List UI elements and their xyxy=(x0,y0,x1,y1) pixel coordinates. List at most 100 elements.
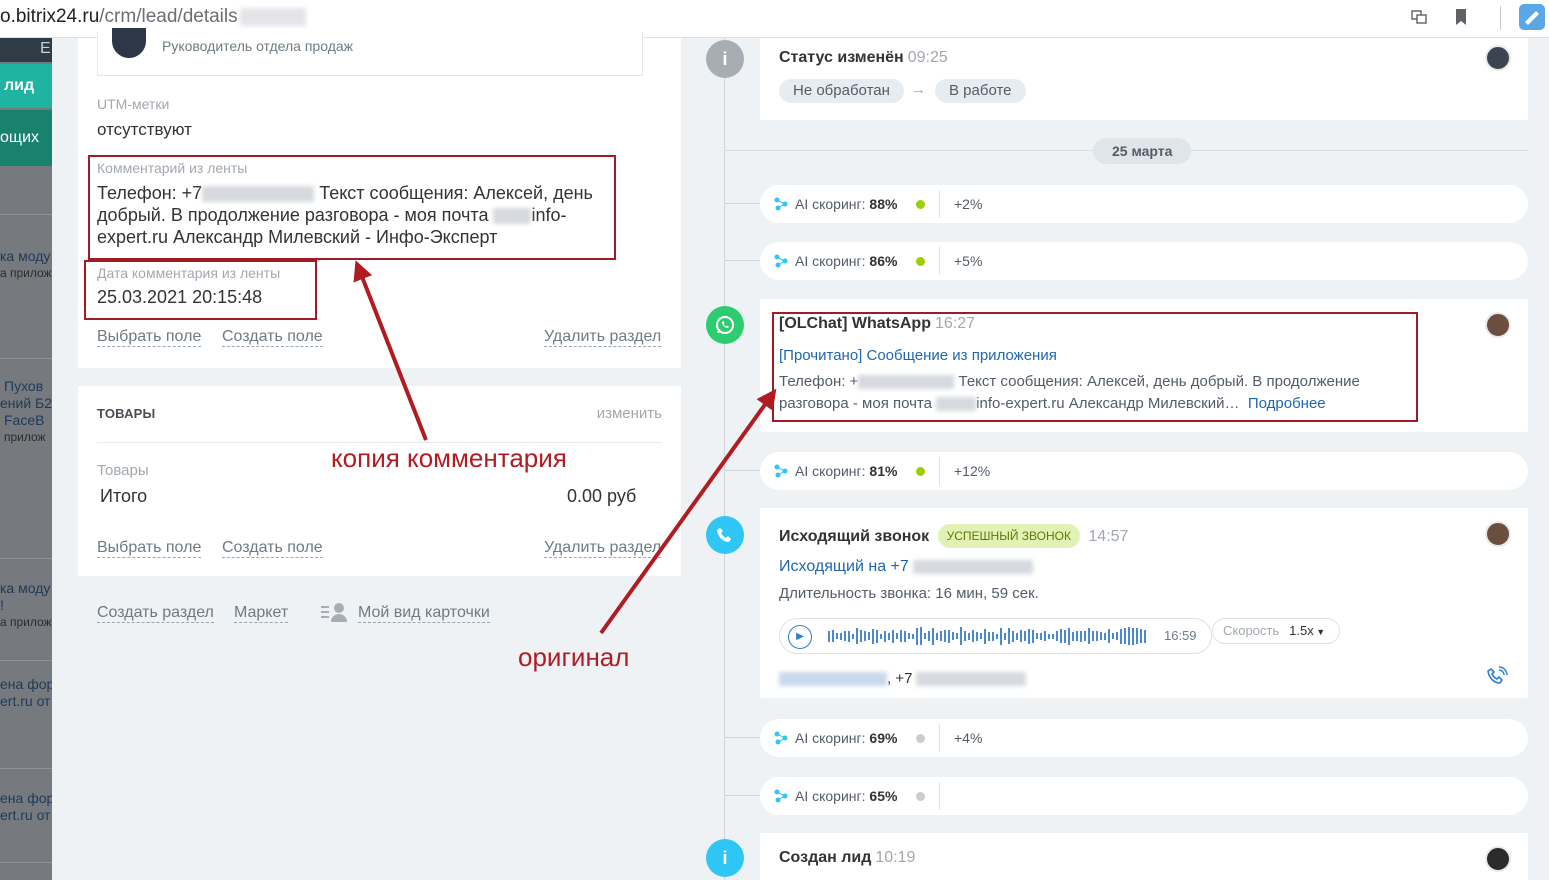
avatar[interactable] xyxy=(1485,846,1511,872)
annotation-original: оригинал xyxy=(518,642,630,672)
avatar[interactable] xyxy=(1485,521,1511,547)
timeline: i Статус изменён 09:25 Не обработан → В р… xyxy=(693,38,1549,880)
waveform-bar xyxy=(840,632,842,640)
delete-section-link[interactable]: Удалить раздел xyxy=(544,328,662,347)
bookmark-icon[interactable] xyxy=(1452,8,1470,28)
ai-scoring-icon xyxy=(774,197,788,211)
status-to-chip: В работе xyxy=(935,79,1026,103)
waveform-bar xyxy=(988,631,990,641)
item-line2: ert.ru от xyxy=(0,693,51,709)
call-contact: , +7 xyxy=(779,668,1027,690)
responsible-user[interactable]: Руководитель отдела продаж xyxy=(97,28,643,76)
comment-text: Текст сообщения: Алексей, день xyxy=(314,183,593,203)
waveform-bar xyxy=(856,628,858,644)
waveform-bar xyxy=(1144,629,1146,643)
goods-title: ТОВАРЫ xyxy=(97,406,156,421)
divider xyxy=(0,660,52,661)
event-time: 10:19 xyxy=(875,849,916,866)
comment-text: Телефон: +7 xyxy=(97,183,203,203)
score-dot xyxy=(916,200,925,209)
event-title: Исходящий звонок успешный звонок 14:57 xyxy=(779,524,1128,548)
divider xyxy=(0,768,52,769)
goods-edit-link[interactable]: изменить xyxy=(597,405,662,422)
divider xyxy=(0,358,52,359)
call-duration: Длительность звонка: 16 мин, 59 сек. xyxy=(779,585,1039,602)
waveform-bar xyxy=(1004,632,1006,640)
ai-scoring-row[interactable]: AI скоринг: 69% +4% xyxy=(760,719,1528,757)
card-view-icon[interactable] xyxy=(320,601,348,623)
create-section-link[interactable]: Создать раздел xyxy=(97,604,214,623)
player-time: 16:59 xyxy=(1164,628,1197,643)
create-field-link[interactable]: Создать поле xyxy=(222,328,323,347)
waveform-bar xyxy=(1092,631,1094,641)
waveform-bar xyxy=(916,627,918,645)
total-label: Итого xyxy=(100,486,148,506)
title-text: Статус изменён xyxy=(779,49,904,66)
ai-scoring-row[interactable]: AI скоринг: 86% +5% xyxy=(760,242,1528,280)
utm-value: отсутствуют xyxy=(97,120,192,139)
address-bar[interactable]: o.bitrix24.ru/crm/lead/details xyxy=(0,6,306,28)
sidebar-list-item[interactable]: ена фор ert.ru от xyxy=(0,790,52,824)
extension-icon[interactable] xyxy=(1519,4,1545,30)
ai-label: AI скоринг: 69% xyxy=(795,730,897,746)
score-dot xyxy=(916,792,925,801)
item-title: Пухов xyxy=(4,378,44,394)
ai-label-text: AI скоринг: xyxy=(795,788,866,804)
ai-scoring-row[interactable]: AI скоринг: 88% +2% xyxy=(760,185,1528,223)
waveform-bar xyxy=(844,631,846,641)
call-back-icon[interactable] xyxy=(1486,666,1508,688)
waveform-bar xyxy=(1040,632,1042,640)
delete-section-link[interactable]: Удалить раздел xyxy=(544,539,662,558)
waveform-bar xyxy=(836,633,838,639)
market-link[interactable]: Маркет xyxy=(234,604,289,623)
sidebar-list-item[interactable]: ена фор ert.ru от xyxy=(0,676,52,710)
date-label: Дата комментария из ленты xyxy=(97,265,281,281)
item-line2: ений Б2 xyxy=(0,395,52,411)
play-icon[interactable]: ▶ xyxy=(788,625,812,649)
waveform-bar xyxy=(848,630,850,642)
event-time: 14:57 xyxy=(1088,528,1129,545)
waveform-bar xyxy=(912,633,914,639)
sidebar-tab[interactable]: ощих xyxy=(0,110,52,166)
select-field-link[interactable]: Выбрать поле xyxy=(97,539,202,558)
waveform-bar xyxy=(1036,633,1038,639)
chevron-down-icon: ▼ xyxy=(1313,627,1326,637)
ai-scoring-row[interactable]: AI скоринг: 81% +12% xyxy=(760,452,1528,490)
annotation-copy: копия комментария xyxy=(331,443,567,473)
item-title: ка моду xyxy=(0,580,51,596)
info-icon: i xyxy=(706,839,744,877)
select-field-link[interactable]: Выбрать поле xyxy=(97,328,202,347)
speed-selector[interactable]: Скорость 1.5x ▼ xyxy=(1212,618,1340,644)
waveform-bar xyxy=(1136,628,1138,644)
waveform-bar xyxy=(876,629,878,643)
sidebar-list-item[interactable]: ка моду ! а прилож xyxy=(0,580,52,631)
waveform-bar xyxy=(828,630,830,642)
ai-value: 81% xyxy=(869,463,898,479)
ai-label: AI скоринг: 65% xyxy=(795,788,897,804)
waveform-bar xyxy=(968,632,970,640)
blurred-phone xyxy=(912,559,1033,574)
ai-scoring-row[interactable]: AI скоринг: 65% xyxy=(760,777,1528,815)
sidebar-lead-tab[interactable]: лид xyxy=(0,64,52,108)
translate-icon[interactable] xyxy=(1410,8,1428,28)
outgoing-number-link[interactable]: Исходящий на +7 xyxy=(779,556,1033,578)
waveform-bar xyxy=(948,629,950,643)
waveform-bar xyxy=(1064,629,1066,643)
waveform-bar xyxy=(1100,632,1102,640)
avatar[interactable] xyxy=(1485,45,1511,71)
my-card-view-link[interactable]: Мой вид карточки xyxy=(358,604,490,623)
item-title: ена фор xyxy=(0,676,52,692)
avatar[interactable] xyxy=(1485,312,1511,338)
waveform[interactable] xyxy=(828,627,1154,647)
waveform-bar xyxy=(924,633,926,639)
waveform-bar xyxy=(1028,628,1030,644)
waveform-bar xyxy=(868,632,870,640)
comment-text: info- xyxy=(531,205,567,225)
branch-line xyxy=(724,470,760,471)
waveform-bar xyxy=(952,632,954,640)
goods-card: ТОВАРЫ изменить Товары Итого 0.00 руб Вы… xyxy=(78,386,681,576)
sidebar-list-item[interactable]: Пухов ений Б2 FaceB прилож xyxy=(0,378,52,446)
create-field-link[interactable]: Создать поле xyxy=(222,539,323,558)
ai-value: 86% xyxy=(869,253,898,269)
sidebar-list-item[interactable]: ка моду а прилож xyxy=(0,248,52,282)
